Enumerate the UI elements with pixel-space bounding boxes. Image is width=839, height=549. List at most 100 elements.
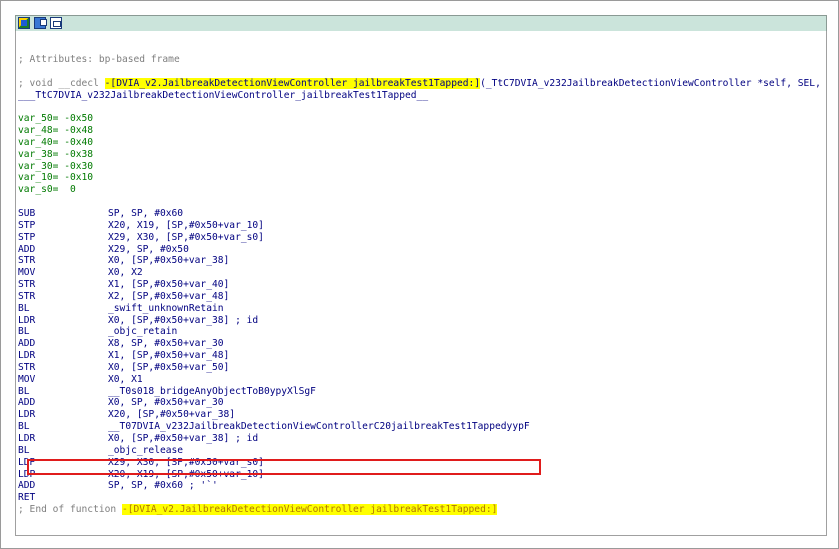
instruction-operands: X2, [SP,#0x50+var_48] (108, 290, 230, 302)
instruction-operands: X0, [SP,#0x50+var_38] ; id (108, 433, 259, 444)
instruction-line[interactable]: ADD SP, SP, #0x60 ; '`' (18, 480, 826, 492)
instruction-line[interactable]: SUB SP, SP, #0x60 (18, 207, 826, 220)
instruction-line[interactable]: BL _objc_retain (18, 326, 826, 338)
instruction-operands: __T07DVIA_v232JailbreakDetectionViewCont… (108, 421, 530, 433)
prototype-suffix: (_TtC7DVIA_v232JailbreakDetectionViewCon… (480, 77, 827, 89)
instruction-mnemonic: LDR (18, 350, 36, 362)
attributes-comment: ; Attributes: bp-based frame (18, 54, 180, 65)
instruction-operands: X20, X19, [SP,#0x50+var_10] (108, 468, 264, 480)
instruction-line[interactable]: LDP X29, X30, [SP,#0x50+var_s0] (18, 456, 826, 469)
instruction-operands: X0, X2 (108, 267, 143, 279)
instruction-line[interactable]: LDR X0, [SP,#0x50+var_38] ; id (18, 314, 826, 327)
instruction-line[interactable]: ADD X0, SP, #0x50+var_30 (18, 397, 826, 409)
window-icon[interactable] (50, 17, 62, 29)
instruction-operands: _swift_unknownRetain (108, 302, 224, 314)
instruction-line[interactable]: STP X29, X30, [SP,#0x50+var_s0] (18, 231, 826, 244)
instruction-mnemonic: SUB (18, 207, 36, 219)
instruction-mnemonic: STR (18, 361, 36, 373)
instruction-mnemonic: LDP (18, 456, 36, 468)
instruction-operands: __T0s018_bridgeAnyObjectToB0ypyXlSgF (108, 385, 316, 397)
instruction-mnemonic: BL (18, 421, 30, 433)
instruction-operands: X8, SP, #0x50+var_30 (108, 338, 224, 350)
instruction-mnemonic: ADD (18, 243, 36, 255)
function-name-highlight[interactable]: -[DVIA_v2.JailbreakDetectionViewControll… (104, 77, 481, 89)
stack-var-line[interactable]: var_38= -0x38 (18, 149, 826, 161)
instruction-line[interactable]: BL __T07DVIA_v232JailbreakDetectionViewCo… (18, 421, 826, 433)
prototype-line[interactable]: ; void __cdecl -[DVIA_v2.JailbreakDetect… (18, 77, 827, 90)
instruction-line[interactable]: LDR X1, [SP,#0x50+var_48] (18, 350, 826, 362)
instruction-line[interactable]: STR X2, [SP,#0x50+var_48] (18, 290, 826, 303)
instruction-mnemonic: MOV (18, 373, 36, 385)
stack-var-line[interactable]: var_s0= 0 (18, 184, 826, 196)
instruction-mnemonic: RET (18, 492, 36, 504)
view-toolbar (15, 15, 827, 32)
instruction-line[interactable]: ADD X29, SP, #0x50 (18, 243, 826, 256)
instruction-line[interactable]: RET (18, 492, 826, 504)
instruction-mnemonic: ADD (18, 480, 36, 492)
instruction-operands: X29, X30, [SP,#0x50+var_s0] (108, 456, 264, 468)
instruction-mnemonic: LDR (18, 409, 36, 421)
instruction-mnemonic: BL (18, 444, 30, 456)
instruction-line[interactable]: STR X0, [SP,#0x50+var_50] (18, 361, 826, 374)
instruction-operands: _objc_retain (108, 326, 178, 338)
instruction-operands: X0, [SP,#0x50+var_50] (108, 361, 230, 373)
stack-var-line[interactable]: var_48= -0x48 (18, 125, 826, 137)
stack-var-line[interactable]: var_30= -0x30 (18, 161, 826, 173)
instruction-line[interactable]: STR X1, [SP,#0x50+var_40] (18, 279, 826, 291)
instruction-list: SUB SP, SP, #0x60 STP X20, X19, [SP,#0x50+v… (18, 207, 826, 504)
instruction-line[interactable]: STR X0, [SP,#0x50+var_38] (18, 255, 826, 267)
instruction-operands: X20, [SP,#0x50+var_38] (108, 409, 236, 421)
instruction-operands: X29, SP, #0x50 (108, 243, 189, 255)
stack-var-line[interactable]: var_40= -0x40 (18, 137, 826, 149)
instruction-line[interactable]: LDP X20, X19, [SP,#0x50+var_10] (18, 468, 826, 481)
instruction-operands: SP, SP, #0x60 ; '`' (108, 480, 218, 492)
instruction-mnemonic: BL (18, 385, 30, 397)
end-prefix: ; End of function (18, 504, 122, 516)
stack-var-line[interactable]: var_50= -0x50 (18, 113, 826, 125)
instruction-line[interactable]: LDR X20, [SP,#0x50+var_38] (18, 409, 826, 421)
instruction-operands: X29, X30, [SP,#0x50+var_s0] (108, 231, 264, 243)
instruction-operands: X0, [SP,#0x50+var_38] ; id (108, 314, 259, 326)
instruction-mnemonic: ADD (18, 338, 36, 350)
end-function-highlight[interactable]: -[DVIA_v2.JailbreakDetectionViewControll… (121, 504, 498, 516)
instruction-operands: X1, [SP,#0x50+var_48] (108, 350, 230, 362)
instruction-operands: SP, SP, #0x60 (108, 207, 184, 219)
instruction-operands: X1, [SP,#0x50+var_40] (108, 279, 230, 291)
disassembly-listing[interactable]: ; Attributes: bp-based frame ; void __cd… (15, 31, 827, 536)
instruction-mnemonic: MOV (18, 267, 36, 279)
instruction-mnemonic: STP (18, 231, 36, 243)
listing-lines: ; Attributes: bp-based frame ; void __cd… (18, 54, 827, 516)
instruction-line[interactable]: ADD X8, SP, #0x50+var_30 (18, 338, 826, 350)
instruction-operands: X0, [SP,#0x50+var_38] (108, 255, 230, 267)
instruction-mnemonic: LDR (18, 433, 36, 444)
end-of-function-line: ; End of function -[DVIA_v2.JailbreakDet… (18, 504, 826, 516)
instruction-mnemonic: BL (18, 326, 30, 338)
instruction-line[interactable]: BL __T0s018_bridgeAnyObjectToB0ypyXlSgF (18, 385, 826, 398)
instruction-line[interactable]: MOV X0, X2 (18, 267, 826, 279)
instruction-operands: X20, X19, [SP,#0x50+var_10] (108, 219, 264, 231)
instruction-line[interactable]: MOV X0, X1 (18, 373, 826, 386)
instruction-operands: X0, X1 (108, 373, 143, 385)
prototype-prefix: ; void __cdecl (18, 77, 105, 89)
instruction-operands: _objc_release (108, 444, 184, 456)
graph-view-icon[interactable] (18, 17, 30, 29)
instruction-line[interactable]: STP X20, X19, [SP,#0x50+var_10] (18, 219, 826, 232)
instruction-mnemonic: STR (18, 255, 36, 267)
instruction-mnemonic: LDR (18, 314, 36, 326)
instruction-mnemonic: STR (18, 279, 36, 291)
stack-var-line[interactable]: var_10= -0x10 (18, 172, 826, 184)
code-view-icon[interactable] (34, 17, 47, 29)
instruction-mnemonic: LDP (18, 468, 36, 480)
instruction-line[interactable]: LDR X0, [SP,#0x50+var_38] ; id (18, 433, 826, 445)
instruction-line[interactable]: BL _swift_unknownRetain (18, 302, 826, 315)
instruction-mnemonic: BL (18, 302, 30, 314)
instruction-mnemonic: STR (18, 290, 36, 302)
instruction-line[interactable]: BL _objc_release (18, 444, 826, 457)
instruction-mnemonic: STP (18, 219, 36, 231)
function-label[interactable]: ___TtC7DVIA_v232JailbreakDetectionViewCo… (18, 90, 826, 102)
instruction-mnemonic: ADD (18, 397, 36, 409)
ida-disassembly-window: ; Attributes: bp-based frame ; void __cd… (0, 0, 839, 549)
